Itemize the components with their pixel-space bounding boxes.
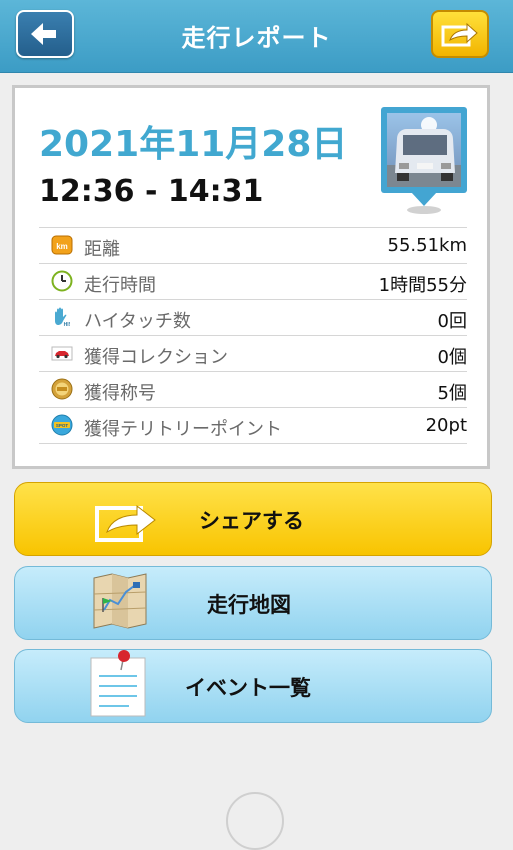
report-date: 2021年11月28日: [39, 124, 348, 165]
share-icon: [95, 504, 156, 542]
hand-icon-text: HI!: [64, 322, 71, 328]
stat-value: 1時間55分: [378, 275, 467, 296]
spot-icon: SPOT: [51, 414, 73, 436]
clock-icon: [51, 270, 73, 292]
stat-label: 距離: [84, 239, 120, 260]
share-button[interactable]: シェアする: [14, 482, 492, 556]
event-list-button[interactable]: イベント一覧: [14, 649, 492, 723]
car-photo-pin[interactable]: [381, 107, 467, 193]
stat-value: 55.51km: [387, 235, 468, 256]
stat-row-collection: 獲得コレクション 0個: [39, 335, 467, 371]
stat-value: 5個: [437, 383, 467, 404]
driving-map-button-label: 走行地図: [207, 593, 291, 617]
km-icon-text: km: [56, 242, 68, 251]
share-header-button[interactable]: [431, 10, 489, 58]
stats-list: km 距離 55.51km 走行時間 1時間55分 HI! ハイタッチ数 0回: [39, 227, 467, 444]
stat-value: 20pt: [425, 415, 467, 436]
event-list-button-label: イベント一覧: [185, 676, 311, 700]
notepad-icon: [90, 650, 146, 717]
stat-label: ハイタッチ数: [84, 311, 191, 332]
report-time-range: 12:36 - 14:31: [39, 174, 264, 209]
share-arrow-icon: [441, 22, 478, 47]
car-photo: [387, 113, 461, 187]
stat-row-high-touch: HI! ハイタッチ数 0回: [39, 299, 467, 335]
photo-pin-tail: [411, 192, 437, 206]
app-header: 走行レポート: [0, 0, 513, 73]
stat-row-distance: km 距離 55.51km: [39, 227, 467, 263]
stat-value: 0回: [437, 311, 467, 332]
spot-icon-text: SPOT: [56, 423, 69, 428]
stat-row-titles: 獲得称号 5個: [39, 371, 467, 407]
photo-pin-shadow: [407, 206, 441, 214]
report-card: 2021年11月28日 12:36 - 14:31 km 距離 55.51km …: [12, 85, 490, 469]
stat-label: 獲得コレクション: [84, 347, 228, 368]
hand-icon: HI!: [55, 307, 71, 328]
stat-label: 獲得テリトリーポイント: [84, 419, 282, 440]
stat-row-drive-time: 走行時間 1時間55分: [39, 263, 467, 299]
driving-map-button[interactable]: 走行地図: [14, 566, 492, 640]
share-button-label: シェアする: [199, 509, 304, 533]
map-icon: [93, 573, 147, 629]
km-icon: km: [51, 235, 73, 255]
stat-label: 獲得称号: [84, 383, 156, 404]
stat-label: 走行時間: [84, 275, 156, 296]
page-indicator: [226, 792, 284, 850]
stat-row-territory-points: SPOT 獲得テリトリーポイント 20pt: [39, 407, 467, 444]
car-icon: [51, 346, 73, 361]
stat-value: 0個: [437, 347, 467, 368]
medal-icon: [51, 378, 73, 400]
